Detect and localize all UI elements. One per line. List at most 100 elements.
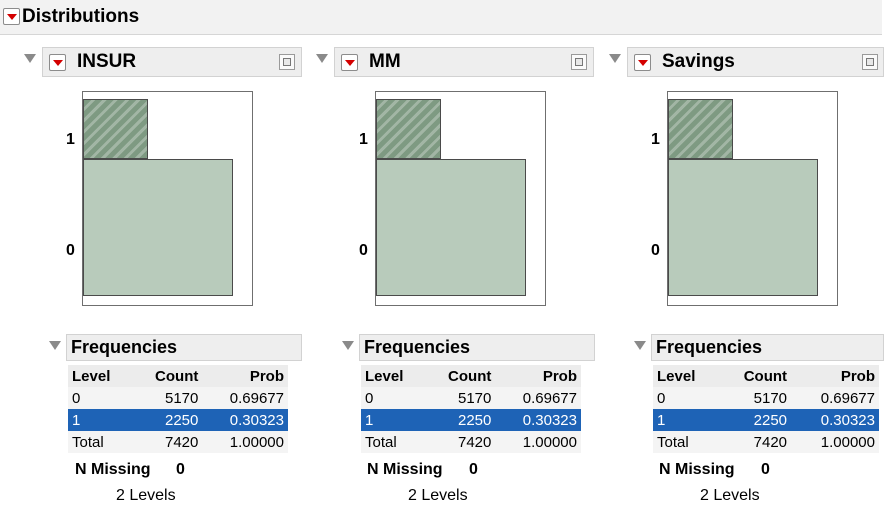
red-triangle-menu-icon[interactable] [3, 8, 20, 25]
panel-header: MM [334, 47, 594, 77]
table-row-selected[interactable]: 1 2250 0.30323 [361, 409, 581, 431]
header-prob: Prob [495, 365, 581, 387]
header-level: Level [361, 365, 425, 387]
cell-prob: 0.69677 [495, 387, 581, 409]
table-row-total[interactable]: Total 7420 1.00000 [68, 431, 288, 453]
expand-icon[interactable] [862, 54, 878, 70]
frequencies-title: Frequencies [71, 337, 178, 357]
disclosure-triangle-icon[interactable] [316, 54, 328, 63]
red-triangle-menu-icon[interactable] [341, 54, 358, 71]
level-label-0: 0 [651, 242, 660, 259]
cell-prob: 1.00000 [202, 431, 288, 453]
cell-count: 5170 [718, 387, 792, 409]
bar-level-1[interactable] [668, 99, 734, 159]
cell-prob: 0.30323 [202, 409, 288, 431]
cell-prob: 0.30323 [495, 409, 581, 431]
panel-header: INSUR [42, 47, 302, 77]
bar-level-0[interactable] [83, 158, 233, 296]
table-row-selected[interactable]: 1 2250 0.30323 [653, 409, 879, 431]
disclosure-triangle-icon[interactable] [24, 54, 36, 63]
cell-count: 5170 [424, 387, 496, 409]
n-missing-value: 0 [761, 461, 770, 478]
cell-prob: 0.30323 [791, 409, 879, 431]
table-header-row: Level Count Prob [361, 365, 581, 387]
level-label-1: 1 [66, 131, 75, 148]
levels-count: 2 Levels [408, 487, 468, 504]
table-row-total[interactable]: Total 7420 1.00000 [361, 431, 581, 453]
frequencies-header: Frequencies [651, 334, 884, 361]
frequencies-table: Level Count Prob 0 5170 0.69677 1 2250 0… [68, 365, 288, 453]
frequencies-title: Frequencies [656, 337, 763, 357]
n-missing-label: N Missing [367, 461, 443, 478]
frequencies-table: Level Count Prob 0 5170 0.69677 1 2250 0… [653, 365, 879, 453]
variable-title: MM [369, 51, 401, 72]
cell-count: 5170 [131, 387, 203, 409]
cell-level: 0 [653, 387, 719, 409]
cell-prob: 0.69677 [202, 387, 288, 409]
header-level: Level [653, 365, 719, 387]
distributions-header: Distributions [0, 0, 882, 35]
table-row[interactable]: 0 5170 0.69677 [653, 387, 879, 409]
bar-level-1[interactable] [376, 99, 442, 159]
disclosure-triangle-icon[interactable] [609, 54, 621, 63]
header-count: Count [131, 365, 203, 387]
level-label-0: 0 [66, 242, 75, 259]
cell-count: 7420 [424, 431, 496, 453]
cell-level: Total [361, 431, 425, 453]
n-missing-label: N Missing [75, 461, 151, 478]
variable-title: Savings [662, 51, 735, 72]
cell-count: 2250 [131, 409, 203, 431]
histogram-chart [375, 91, 546, 306]
disclosure-triangle-icon[interactable] [342, 341, 354, 350]
cell-prob: 0.69677 [791, 387, 879, 409]
level-label-1: 1 [651, 131, 660, 148]
disclosure-triangle-icon[interactable] [49, 341, 61, 350]
bar-level-0[interactable] [376, 158, 526, 296]
bar-level-1[interactable] [83, 99, 149, 159]
table-header-row: Level Count Prob [653, 365, 879, 387]
red-triangle-menu-icon[interactable] [49, 54, 66, 71]
header-prob: Prob [202, 365, 288, 387]
cell-count: 7420 [718, 431, 792, 453]
frequencies-header: Frequencies [66, 334, 302, 361]
panel-header: Savings [627, 47, 884, 77]
report-title: Distributions [22, 6, 140, 27]
cell-prob: 1.00000 [791, 431, 879, 453]
bar-level-0[interactable] [668, 158, 818, 296]
levels-count: 2 Levels [116, 487, 176, 504]
n-missing-value: 0 [176, 461, 185, 478]
cell-count: 2250 [424, 409, 496, 431]
cell-level: Total [653, 431, 719, 453]
cell-level: 1 [653, 409, 719, 431]
expand-icon[interactable] [571, 54, 587, 70]
frequencies-header: Frequencies [359, 334, 595, 361]
n-missing-value: 0 [469, 461, 478, 478]
cell-count: 7420 [131, 431, 203, 453]
expand-icon[interactable] [279, 54, 295, 70]
table-row[interactable]: 0 5170 0.69677 [68, 387, 288, 409]
level-label-0: 0 [359, 242, 368, 259]
red-triangle-menu-icon[interactable] [634, 54, 651, 71]
histogram-chart [82, 91, 253, 306]
histogram-chart [667, 91, 838, 306]
header-count: Count [718, 365, 792, 387]
header-level: Level [68, 365, 132, 387]
table-row-total[interactable]: Total 7420 1.00000 [653, 431, 879, 453]
cell-level: 0 [361, 387, 425, 409]
disclosure-triangle-icon[interactable] [634, 341, 646, 350]
n-missing-label: N Missing [659, 461, 735, 478]
table-row-selected[interactable]: 1 2250 0.30323 [68, 409, 288, 431]
header-prob: Prob [791, 365, 879, 387]
header-count: Count [424, 365, 496, 387]
cell-level: Total [68, 431, 132, 453]
table-header-row: Level Count Prob [68, 365, 288, 387]
frequencies-table: Level Count Prob 0 5170 0.69677 1 2250 0… [361, 365, 581, 453]
cell-level: 1 [68, 409, 132, 431]
table-row[interactable]: 0 5170 0.69677 [361, 387, 581, 409]
cell-count: 2250 [718, 409, 792, 431]
variable-title: INSUR [77, 51, 137, 72]
cell-level: 0 [68, 387, 132, 409]
frequencies-title: Frequencies [364, 337, 471, 357]
level-label-1: 1 [359, 131, 368, 148]
cell-level: 1 [361, 409, 425, 431]
